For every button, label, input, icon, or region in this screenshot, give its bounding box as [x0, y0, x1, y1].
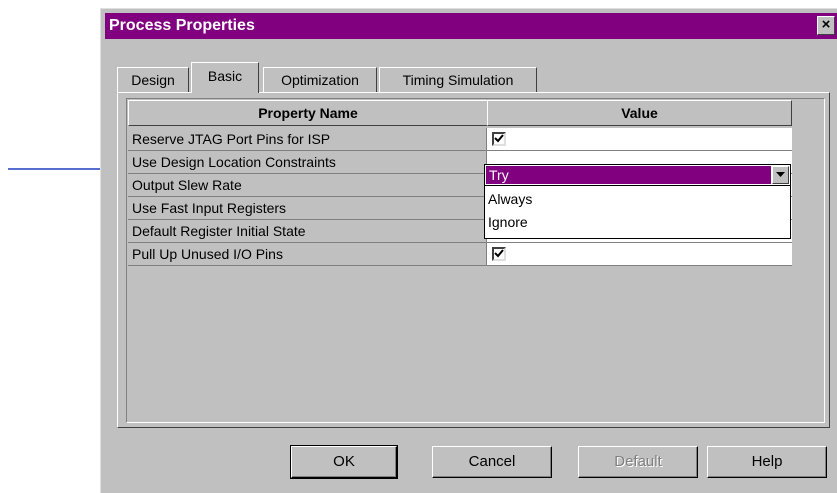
tab-basic[interactable]: Basic: [191, 62, 259, 93]
property-value-cell[interactable]: [487, 243, 792, 266]
column-header-value[interactable]: Value: [487, 100, 792, 126]
close-button[interactable]: ×: [817, 16, 835, 35]
process-properties-dialog: Process Properties × Design Basic Optimi…: [100, 8, 837, 493]
checkmark-icon: [494, 249, 504, 258]
property-name-cell: Output Slew Rate: [128, 174, 487, 197]
ok-button[interactable]: OK: [290, 445, 398, 479]
window-title: Process Properties: [109, 17, 255, 34]
default-button[interactable]: Default: [578, 446, 698, 478]
help-button[interactable]: Help: [707, 446, 827, 478]
combo-dropdown-button[interactable]: [772, 166, 789, 184]
property-name-cell: Pull Up Unused I/O Pins: [128, 243, 487, 266]
tab-timing-simulation-label: Timing Simulation: [402, 72, 514, 88]
tab-basic-label: Basic: [207, 68, 243, 84]
cancel-button[interactable]: Cancel: [432, 446, 552, 478]
title-bar[interactable]: Process Properties ×: [105, 13, 837, 39]
chevron-down-icon: [776, 172, 785, 177]
column-header-property-name[interactable]: Property Name: [128, 100, 488, 126]
close-icon: ×: [821, 16, 831, 33]
tab-design-label: Design: [131, 72, 175, 88]
property-value-cell[interactable]: [487, 128, 792, 151]
property-name-cell: Use Fast Input Registers: [128, 197, 487, 220]
tab-timing-simulation[interactable]: Timing Simulation: [379, 67, 537, 93]
dropdown-option-always[interactable]: Always: [488, 188, 532, 210]
combo-selected-value[interactable]: Try: [486, 166, 771, 184]
combo-dropdown-list: Always Ignore: [484, 186, 791, 239]
tab-optimization-label: Optimization: [281, 72, 359, 88]
property-name-cell: Default Register Initial State: [128, 220, 487, 243]
column-header-label: Property Name: [258, 105, 358, 121]
column-header-label: Value: [621, 105, 658, 121]
screenshot: Process Properties × Design Basic Optimi…: [0, 0, 837, 493]
checkmark-icon: [494, 134, 504, 143]
property-grid: Property Name Value Reserve JTAG Port Pi…: [126, 98, 825, 423]
table-row[interactable]: Pull Up Unused I/O Pins: [128, 243, 792, 266]
dropdown-option-ignore[interactable]: Ignore: [488, 211, 528, 233]
pull-up-unused-pins-checkbox[interactable]: [492, 247, 506, 261]
table-row[interactable]: Reserve JTAG Port Pins for ISP: [128, 128, 792, 151]
property-name-cell: Use Design Location Constraints: [128, 151, 487, 174]
tab-optimization[interactable]: Optimization: [263, 67, 377, 93]
tab-design[interactable]: Design: [117, 67, 189, 93]
location-constraints-combo[interactable]: Try: [484, 164, 791, 186]
reserve-jtag-checkbox[interactable]: [492, 132, 506, 146]
property-name-cell: Reserve JTAG Port Pins for ISP: [128, 128, 487, 151]
